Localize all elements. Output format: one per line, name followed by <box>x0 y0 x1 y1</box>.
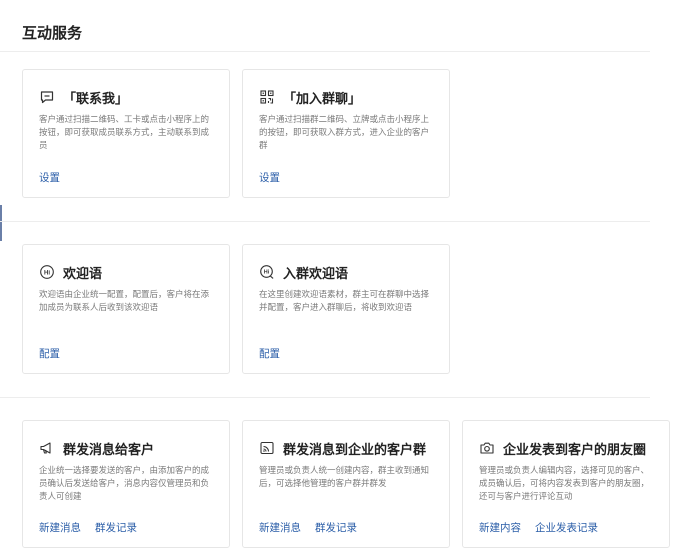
qr-code-icon <box>259 89 275 105</box>
card-description: 客户通过扫描群二维码、立牌或点击小程序上的按钮，即可获取入群方式，进入企业的客户… <box>259 115 430 152</box>
card-title: 企业发表到客户的朋友圈 <box>503 442 647 458</box>
hi-badge-icon: Hi <box>39 264 55 280</box>
camera-icon <box>479 440 495 456</box>
mass-message-groups-card: 群发消息到企业的客户群 管理员或负责人统一创建内容，群主收到通知后，可选择他管理… <box>242 420 450 548</box>
svg-text:Hi: Hi <box>44 270 50 276</box>
chat-bubble-icon <box>39 89 55 105</box>
card-description: 管理员或负责人统一创建内容，群主收到通知后，可选择他管理的客户群并群发 <box>259 466 430 490</box>
new-message-link[interactable]: 新建消息 <box>259 520 301 535</box>
card-description: 客户通过扫描二维码、工卡或点击小程序上的按钮，即可获取成员联系方式，主动联系到成… <box>39 115 210 152</box>
card-description: 在这里创建欢迎语素材，群主可在群聊中选择并配置，客户进入群聊后，将收到欢迎语 <box>259 290 430 314</box>
scroll-indicator[interactable] <box>0 205 2 241</box>
card-title: 「加入群聊」 <box>283 91 362 107</box>
page-title: 互动服务 <box>22 24 83 42</box>
new-content-link[interactable]: 新建内容 <box>479 520 521 535</box>
configure-link[interactable]: 配置 <box>39 346 60 361</box>
group-hi-badge-icon: Hi <box>259 264 275 280</box>
broadcast-history-link[interactable]: 群发记录 <box>315 520 357 535</box>
join-group-card: 「加入群聊」 客户通过扫描群二维码、立牌或点击小程序上的按钮，即可获取入群方式，… <box>242 69 450 198</box>
card-description: 欢迎语由企业统一配置，配置后，客户将在添加成员为联系人后收到该欢迎语 <box>39 290 210 314</box>
welcome-message-card: Hi 欢迎语 欢迎语由企业统一配置，配置后，客户将在添加成员为联系人后收到该欢迎… <box>22 244 230 374</box>
configure-link[interactable]: 配置 <box>259 346 280 361</box>
card-title: 入群欢迎语 <box>283 266 349 282</box>
section-divider <box>0 51 650 52</box>
card-description: 企业统一选择要发送的客户，由添加客户的成员确认后发送给客户，消息内容仅管理员和负… <box>39 466 210 503</box>
moments-post-card: 企业发表到客户的朋友圈 管理员或负责人编辑内容，选择可见的客户、成员确认后，可将… <box>462 420 670 548</box>
setup-link[interactable]: 设置 <box>259 170 280 185</box>
megaphone-icon <box>39 440 55 456</box>
mass-message-customers-card: 群发消息给客户 企业统一选择要发送的客户，由添加客户的成员确认后发送给客户，消息… <box>22 420 230 548</box>
contact-me-card: 「联系我」 客户通过扫描二维码、工卡或点击小程序上的按钮，即可获取成员联系方式，… <box>22 69 230 198</box>
card-title: 群发消息到企业的客户群 <box>283 442 427 458</box>
svg-text:Hi: Hi <box>264 270 270 276</box>
broadcast-history-link[interactable]: 群发记录 <box>95 520 137 535</box>
group-welcome-card: Hi 入群欢迎语 在这里创建欢迎语素材，群主可在群聊中选择并配置，客户进入群聊后… <box>242 244 450 374</box>
new-message-link[interactable]: 新建消息 <box>39 520 81 535</box>
section-divider <box>0 221 650 222</box>
card-description: 管理员或负责人编辑内容，选择可见的客户、成员确认后，可将内容发表到客户的朋友圈，… <box>479 466 650 503</box>
post-history-link[interactable]: 企业发表记录 <box>535 520 598 535</box>
card-title: 欢迎语 <box>63 266 103 282</box>
section-divider <box>0 397 650 398</box>
group-broadcast-icon <box>259 440 275 456</box>
card-title: 「联系我」 <box>63 91 129 107</box>
card-title: 群发消息给客户 <box>63 442 155 458</box>
setup-link[interactable]: 设置 <box>39 170 60 185</box>
